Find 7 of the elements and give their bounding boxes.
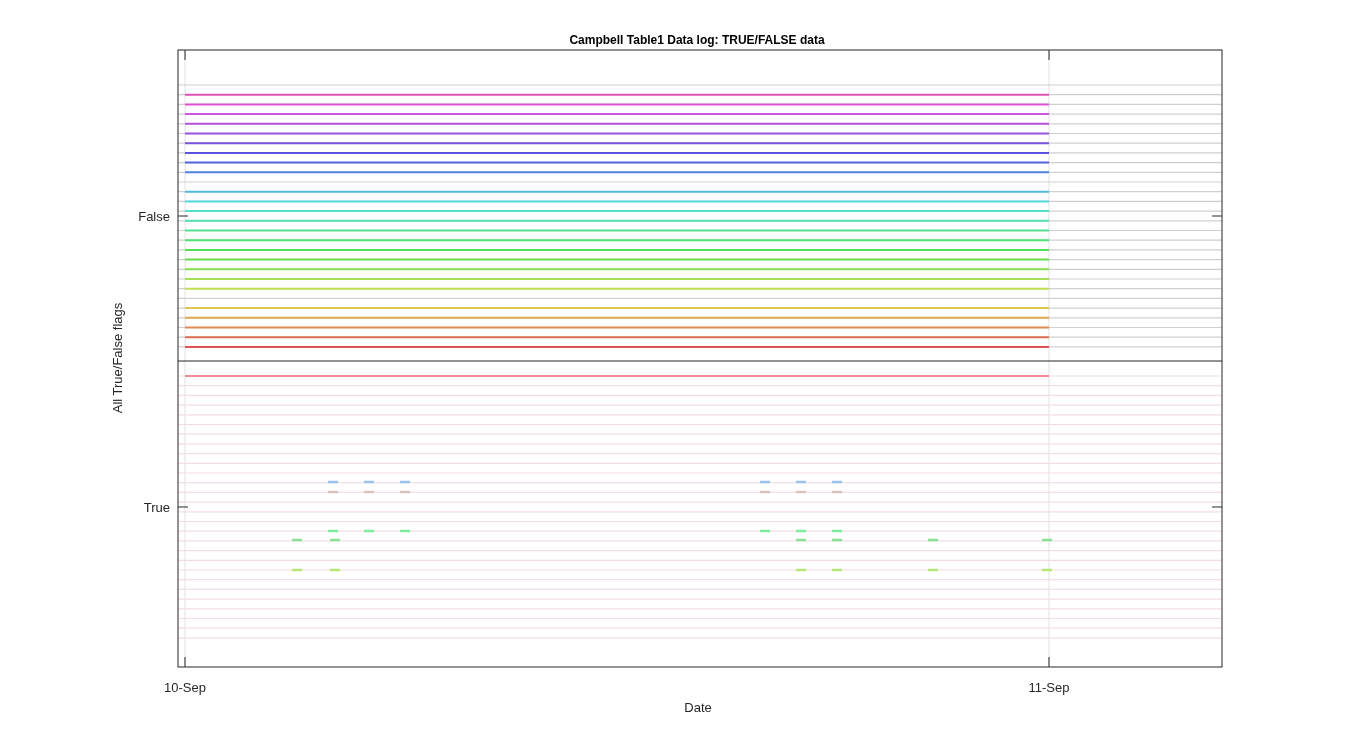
y-tick-label: True (143, 500, 170, 515)
chart-title: Campbell Table1 Data log: TRUE/FALSE data (569, 33, 825, 47)
y-axis-label: All True/False flags (110, 302, 125, 414)
x-axis-label: Date (684, 700, 712, 715)
x-tick-label: 10-Sep (164, 680, 206, 695)
x-tick-label: 11-Sep (1028, 680, 1070, 695)
y-tick-label: False (138, 209, 170, 224)
